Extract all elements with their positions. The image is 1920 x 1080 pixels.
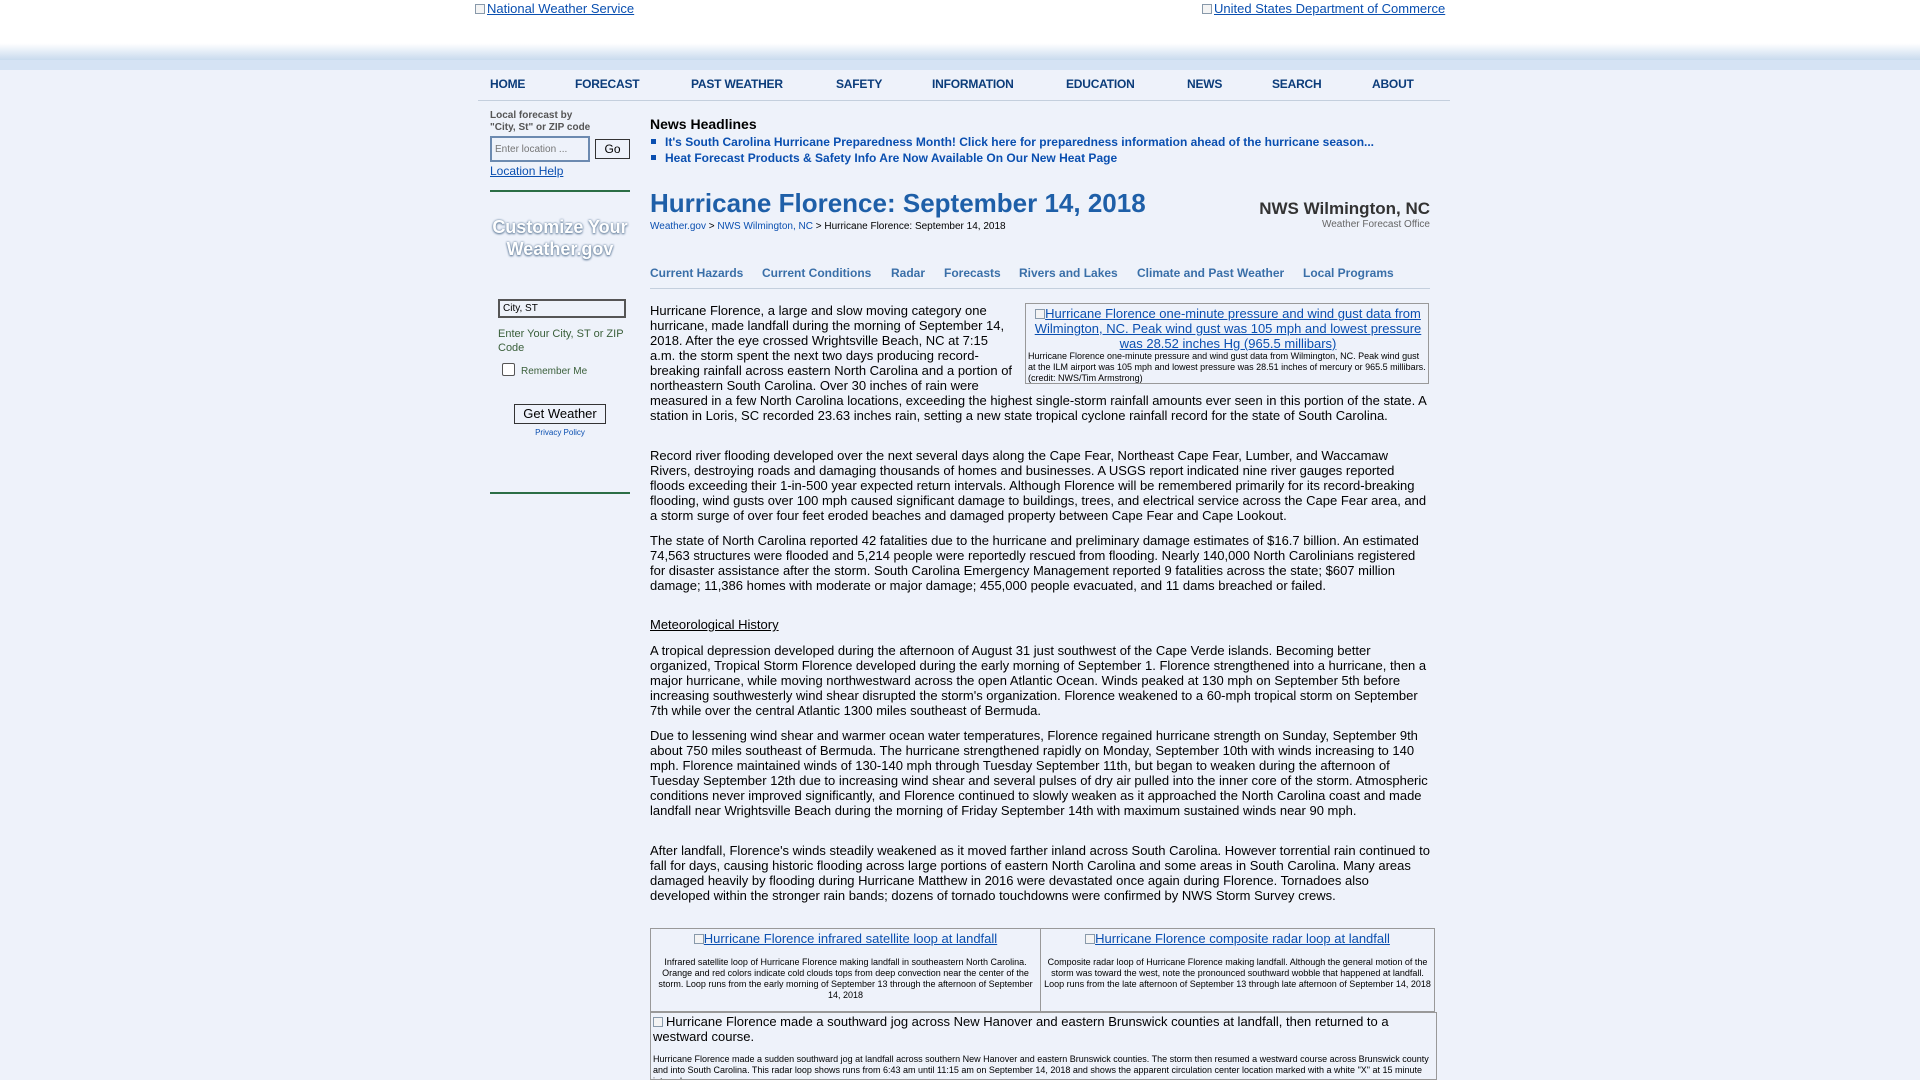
- sidebar-divider: [490, 190, 630, 192]
- satellite-loop-caption: Infrared satellite loop of Hurricane Flo…: [658, 957, 1033, 1000]
- article-paragraph: After landfall, Florence's winds steadil…: [650, 843, 1430, 903]
- nav-news[interactable]: NEWS: [1187, 77, 1222, 91]
- pressure-wind-figure: Hurricane Florence one-minute pressure a…: [1025, 303, 1429, 384]
- article-paragraph: Record river flooding developed over the…: [650, 448, 1427, 523]
- satellite-loop-image-link[interactable]: Hurricane Florence infrared satellite lo…: [651, 931, 1040, 946]
- broken-image-icon: [1035, 309, 1046, 319]
- landfall-jog-figure: Hurricane Florence made a southward jog …: [650, 1012, 1437, 1080]
- broken-image-icon: [1085, 934, 1096, 944]
- breadcrumb-nws-wilmington[interactable]: NWS Wilmington, NC: [717, 221, 813, 232]
- go-button[interactable]: Go: [595, 139, 630, 159]
- location-search-input[interactable]: [490, 136, 590, 162]
- subnav-current-hazards[interactable]: Current Hazards: [650, 266, 743, 280]
- subnav-forecasts[interactable]: Forecasts: [944, 266, 1001, 280]
- radar-loop-image-link[interactable]: Hurricane Florence composite radar loop …: [1041, 931, 1434, 946]
- breadcrumb: Weather.gov > NWS Wilmington, NC > Hurri…: [650, 221, 1006, 232]
- subnav-rivers-lakes[interactable]: Rivers and Lakes: [1019, 266, 1118, 280]
- city-state-input[interactable]: [498, 299, 626, 318]
- office-subtitle: Weather Forecast Office: [1321, 219, 1430, 230]
- office-name: NWS Wilmington, NC: [1259, 199, 1430, 218]
- news-item: Heat Forecast Products & Safety Info Are…: [650, 150, 1374, 166]
- landfall-jog-alt: Hurricane Florence made a southward jog …: [653, 1014, 1389, 1044]
- page-title: Hurricane Florence: September 14, 2018: [650, 188, 1146, 218]
- pressure-wind-caption: Hurricane Florence one-minute pressure a…: [1028, 351, 1426, 383]
- breadcrumb-current: > Hurricane Florence: September 14, 2018: [815, 221, 1006, 232]
- nav-forecast[interactable]: FORECAST: [575, 77, 640, 91]
- local-forecast-label-2: "City, St" or ZIP code: [490, 122, 591, 133]
- remember-me[interactable]: Remember Me: [502, 363, 587, 377]
- subnav-climate[interactable]: Climate and Past Weather: [1137, 266, 1284, 280]
- subnav-local-programs[interactable]: Local Programs: [1303, 266, 1394, 280]
- nav-safety[interactable]: SAFETY: [836, 77, 882, 91]
- news-headlines-title: News Headlines: [650, 116, 757, 132]
- broken-image-icon: [653, 1017, 663, 1027]
- local-forecast-label-1: Local forecast by: [490, 110, 573, 121]
- broken-image-icon: [693, 934, 704, 944]
- local-forecast-box: Local forecast by "City, St" or ZIP code…: [490, 110, 630, 178]
- radar-loop-alt: Hurricane Florence composite radar loop …: [1095, 931, 1390, 946]
- doc-logo-link[interactable]: United States Department of Commerce: [1202, 1, 1445, 16]
- news-list: It's South Carolina Hurricane Preparedne…: [650, 134, 1374, 166]
- pressure-wind-image-alt: Hurricane Florence one-minute pressure a…: [1034, 306, 1422, 351]
- nws-logo-link[interactable]: National Weather Service: [475, 1, 634, 16]
- location-help-link[interactable]: Location Help: [490, 164, 563, 178]
- article-paragraph: Due to lessening wind shear and warmer o…: [650, 728, 1428, 818]
- article-paragraph: measured in a few North Carolina locatio…: [650, 393, 1427, 423]
- radar-loop-cell: Hurricane Florence composite radar loop …: [1041, 929, 1434, 1011]
- loop-figures-table: Hurricane Florence infrared satellite lo…: [650, 928, 1435, 1012]
- sidebar-divider: [490, 492, 630, 494]
- nav-home[interactable]: HOME: [490, 77, 525, 91]
- breadcrumb-weather-gov[interactable]: Weather.gov: [650, 221, 706, 232]
- satellite-loop-alt: Hurricane Florence infrared satellite lo…: [703, 931, 998, 946]
- header-banner: [0, 0, 1920, 62]
- customize-title: Customize Your Weather.gov: [492, 217, 628, 259]
- subnav-radar[interactable]: Radar: [891, 266, 925, 280]
- nav-search[interactable]: SEARCH: [1272, 77, 1322, 91]
- nav-about[interactable]: ABOUT: [1372, 77, 1414, 91]
- city-state-hint: Enter Your City, ST or ZIP Code: [498, 328, 624, 354]
- doc-logo-alt: United States Department of Commerce: [1214, 1, 1446, 16]
- news-link-hurricane-prep[interactable]: It's South Carolina Hurricane Preparedne…: [665, 135, 1374, 149]
- article-paragraph: The state of North Carolina reported 42 …: [650, 533, 1419, 593]
- article-paragraph: A tropical depression developed during t…: [650, 643, 1427, 718]
- office-subnav: Current Hazards Current Conditions Radar…: [650, 264, 1430, 289]
- get-weather-button[interactable]: Get Weather: [514, 404, 606, 424]
- subnav-current-conditions[interactable]: Current Conditions: [762, 266, 871, 280]
- landfall-jog-caption: Hurricane Florence made a sudden southwa…: [653, 1054, 1429, 1079]
- privacy-policy-link[interactable]: Privacy Policy: [490, 428, 630, 437]
- broken-image-icon: [475, 4, 485, 14]
- section-heading-meteorological-history: Meteorological History: [650, 617, 779, 632]
- top-nav: HOME FORECAST PAST WEATHER SAFETY INFORM…: [478, 70, 1450, 101]
- nav-information[interactable]: INFORMATION: [932, 77, 1014, 91]
- landfall-jog-image: Hurricane Florence made a southward jog …: [653, 1014, 1413, 1044]
- remember-me-checkbox[interactable]: [502, 363, 515, 376]
- radar-loop-caption: Composite radar loop of Hurricane Floren…: [1044, 957, 1431, 989]
- pressure-wind-image-link[interactable]: Hurricane Florence one-minute pressure a…: [1026, 306, 1430, 351]
- news-item: It's South Carolina Hurricane Preparedne…: [650, 134, 1374, 150]
- nav-past-weather[interactable]: PAST WEATHER: [691, 77, 783, 91]
- satellite-loop-cell: Hurricane Florence infrared satellite lo…: [651, 929, 1041, 1011]
- breadcrumb-separator: >: [708, 221, 715, 232]
- article-paragraph: Hurricane Florence, a large and slow mov…: [650, 303, 1013, 393]
- nws-logo-alt: National Weather Service: [487, 1, 635, 16]
- news-link-heat[interactable]: Heat Forecast Products & Safety Info Are…: [665, 151, 1117, 165]
- remember-me-label: Remember Me: [521, 366, 588, 377]
- broken-image-icon: [1202, 4, 1212, 14]
- header-strip: [0, 60, 1920, 70]
- nav-education[interactable]: EDUCATION: [1066, 77, 1135, 91]
